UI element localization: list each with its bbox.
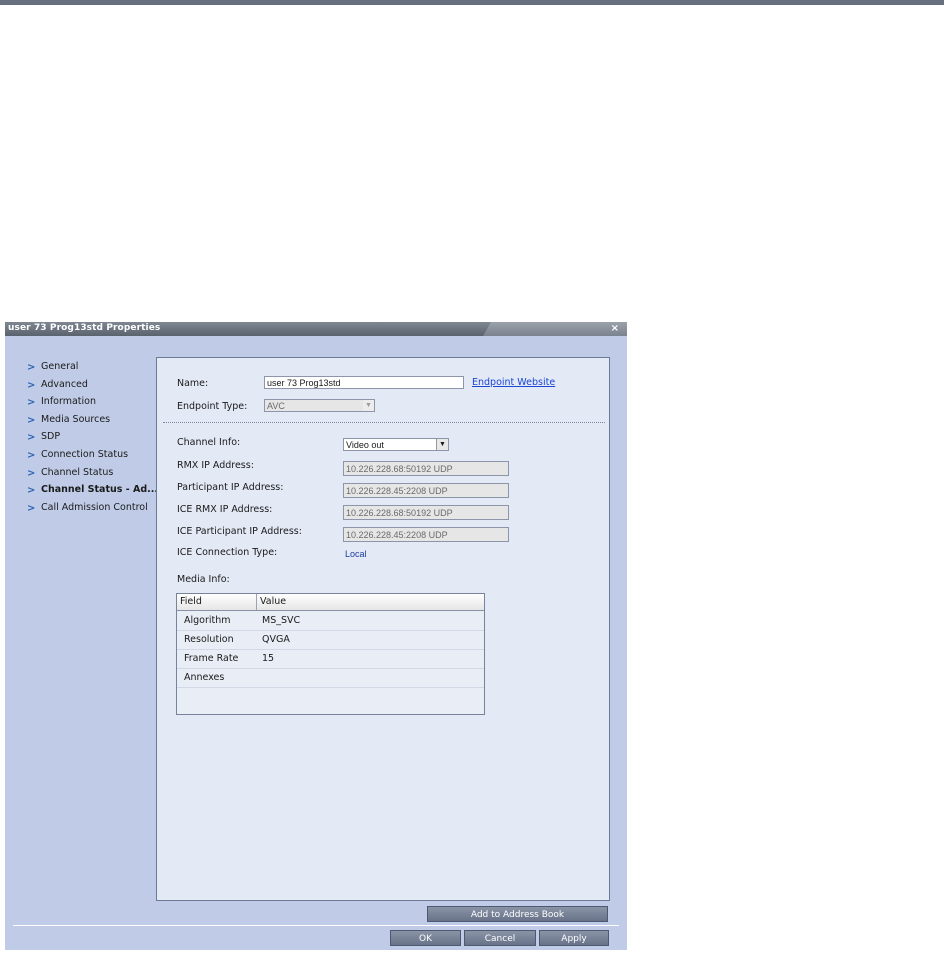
ok-button[interactable]: OK [390,930,461,946]
table-cell-field: Resolution [184,634,234,645]
chevron-right-icon: > [27,449,36,461]
table-row[interactable]: Annexes [177,668,484,688]
name-field[interactable]: user 73 Prog13std [264,376,464,389]
sidebar-item-label: Advanced [41,378,88,390]
table-cell-value: 15 [262,653,275,664]
add-to-address-book-button[interactable]: Add to Address Book [427,906,608,922]
table-row[interactable]: Resolution QVGA [177,630,484,650]
table-header: Field Value [177,594,484,611]
chevron-right-icon: > [27,362,36,373]
sidebar-item-channel-status[interactable]: > Channel Status [19,466,158,484]
sidebar-item-label: Channel Status - Ad... [41,484,158,496]
ice-rmx-ip-field[interactable]: 10.226.228.68:50192 UDP [343,505,509,520]
table-cell-value: QVGA [262,634,290,645]
column-header-field[interactable]: Field [180,596,202,607]
ice-participant-ip-field[interactable]: 10.226.228.45:2208 UDP [343,527,509,542]
sidebar-item-call-admission-control[interactable]: > Call Admission Control [19,501,158,519]
sidebar-item-label: Connection Status [41,448,129,460]
name-label: Name: [177,378,209,389]
sidebar-item-label: Media Sources [41,413,111,425]
sidebar-item-information[interactable]: > Information [19,395,158,413]
chevron-right-icon: > [27,467,36,479]
channel-info-select[interactable]: Video out ▼ [343,438,449,451]
sidebar-item-advanced[interactable]: > Advanced [19,378,158,396]
ice-participant-ip-label: ICE Participant IP Address: [177,526,302,537]
channel-info-label: Channel Info: [177,437,241,448]
cancel-button[interactable]: Cancel [464,930,536,946]
table-cell-value: MS_SVC [262,615,301,626]
rmx-ip-label: RMX IP Address: [177,460,254,471]
sidebar-item-general[interactable]: > General [19,360,158,378]
section-divider [163,422,605,423]
sidebar-item-sdp[interactable]: > SDP [19,430,158,448]
sidebar-item-label: Information [41,396,96,408]
chevron-right-icon: > [27,379,36,391]
ice-connection-type-label: ICE Connection Type: [177,547,278,558]
table-cell-field: Frame Rate [184,653,239,664]
close-icon[interactable]: × [611,323,619,334]
chevron-down-icon: ▼ [363,400,374,411]
chevron-down-icon: ▼ [436,439,448,450]
endpoint-type-select[interactable]: AVC ▼ [264,399,375,412]
table-row[interactable]: Algorithm MS_SVC [177,611,484,631]
participant-ip-field[interactable]: 10.226.228.45:2208 UDP [343,483,509,498]
sidebar-item-media-sources[interactable]: > Media Sources [19,413,158,431]
dialog-title: user 73 Prog13std Properties [8,323,161,333]
footer-divider [13,925,619,926]
chevron-right-icon: > [27,502,36,514]
table-row[interactable]: Frame Rate 15 [177,649,484,669]
chevron-right-icon: > [27,414,36,426]
dialog-titlebar: user 73 Prog13std Properties × [5,322,627,336]
ice-rmx-ip-label: ICE RMX IP Address: [177,504,273,515]
column-separator [256,594,257,610]
sidebar-item-channel-status-advanced[interactable]: > Channel Status - Ad... [19,483,158,501]
apply-button[interactable]: Apply [539,930,609,946]
content-panel: Name: user 73 Prog13std Endpoint Website… [156,357,610,901]
top-bar [0,0,944,5]
sidebar-item-label: Call Admission Control [41,501,148,513]
rmx-ip-field[interactable]: 10.226.228.68:50192 UDP [343,461,509,476]
table-cell-field: Algorithm [184,615,231,626]
channel-info-value: Video out [346,440,384,450]
sidebar-item-label: General [41,361,79,372]
media-info-label: Media Info: [177,574,230,585]
titlebar-notch [483,322,627,336]
media-info-table: Field Value Algorithm MS_SVC Resolution … [176,593,485,715]
endpoint-type-label: Endpoint Type: [177,401,248,412]
endpoint-website-link[interactable]: Endpoint Website [472,377,555,388]
sidebar-nav: > General > Advanced > Information > Media S… [19,360,158,518]
chevron-right-icon: > [27,397,36,409]
chevron-right-icon: > [27,432,36,444]
sidebar-item-label: Channel Status [41,466,114,478]
column-header-value[interactable]: Value [260,596,286,607]
participant-ip-label: Participant IP Address: [177,482,284,493]
sidebar-item-connection-status[interactable]: > Connection Status [19,448,158,466]
endpoint-type-value: AVC [267,401,285,411]
chevron-right-icon: > [27,485,36,497]
sidebar-item-label: SDP [41,431,61,443]
properties-dialog: user 73 Prog13std Properties × > General … [5,322,627,950]
table-cell-field: Annexes [184,672,225,683]
ice-connection-type-value: Local [345,549,367,559]
